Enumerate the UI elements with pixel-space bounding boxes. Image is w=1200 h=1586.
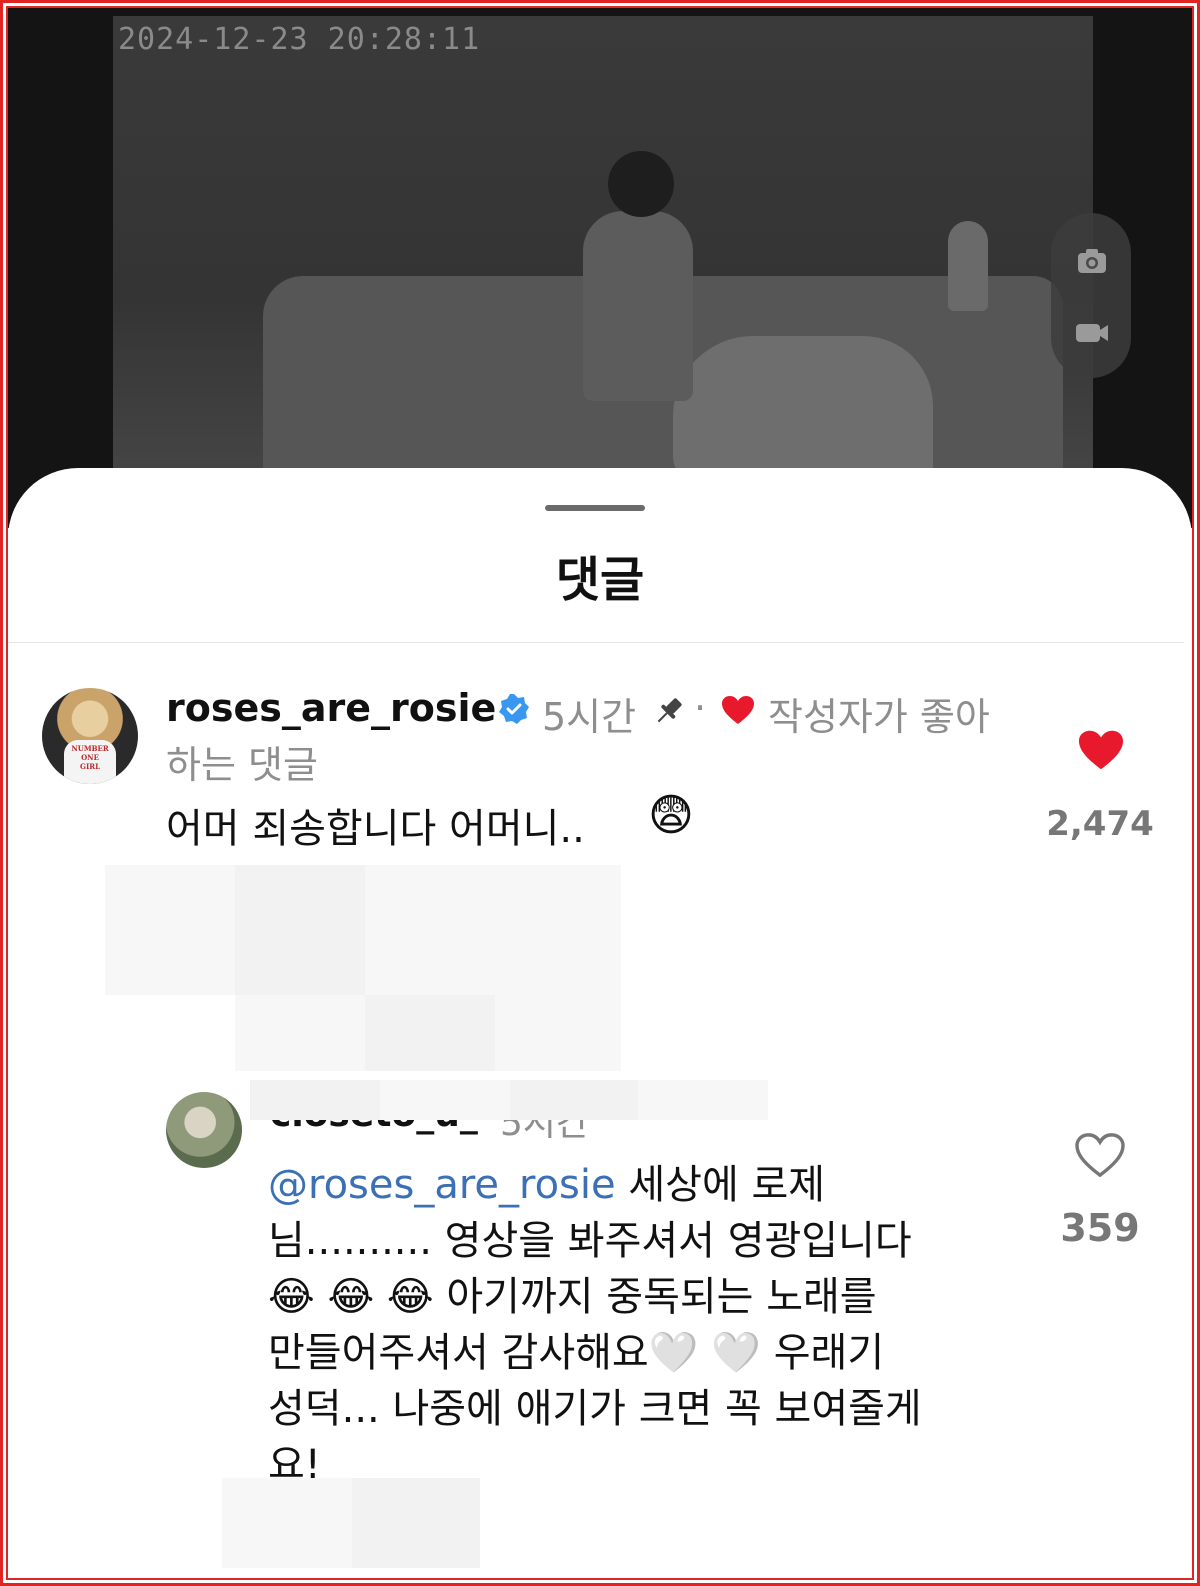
reply-text-line-1: @roses_are_rosie 세상에 로제 <box>268 1152 825 1210</box>
avatar[interactable] <box>166 1092 242 1168</box>
lamp-shape <box>948 221 988 311</box>
child-body-shape <box>583 211 693 401</box>
pixelated-region <box>235 995 365 1071</box>
liked-by-author-label: 작성자가 좋아 <box>768 695 990 739</box>
verified-badge-icon <box>498 693 530 729</box>
sheet-title: 댓글 <box>555 552 645 608</box>
pixelated-region <box>250 1080 380 1120</box>
reply-text-line-4: 만들어주셔서 감사해요🤍 🤍 우래기 <box>268 1330 885 1376</box>
comment-time: 5시간 <box>542 695 637 739</box>
pixelated-region <box>638 1080 768 1120</box>
pixelated-region <box>510 1080 638 1120</box>
video-player[interactable]: 2024-12-23 20:28:11 <box>8 8 1192 528</box>
camera-icon[interactable] <box>1075 244 1109 278</box>
pixelated-region <box>380 1080 510 1120</box>
baby-monitor-feed <box>113 16 1093 528</box>
pixelated-region <box>495 865 621 995</box>
tears-of-joy-emojis: 😂 😂 😂 <box>268 1274 434 1320</box>
reply-text-segment: 세상에 로제 <box>615 1162 826 1208</box>
pixelated-region <box>235 865 365 995</box>
mention-link[interactable]: @roses_are_rosie <box>268 1162 616 1208</box>
header-divider <box>8 642 1184 643</box>
avatar-shirt-print: NUMBER ONE GIRL <box>64 740 116 784</box>
pixelated-region <box>495 995 621 1071</box>
reply-text-line-3: 😂 😂 😂 아기까지 중독되는 노래를 <box>268 1264 877 1322</box>
video-record-icon[interactable] <box>1075 316 1109 350</box>
pin-icon <box>652 694 686 732</box>
child-head-shape <box>608 151 674 217</box>
pixelated-region <box>105 865 235 995</box>
reply-text-segment: 아기까지 중독되는 노래를 <box>433 1274 877 1320</box>
pixelated-region <box>222 1478 352 1568</box>
comment-username[interactable]: roses_are_rosie <box>166 686 496 730</box>
like-heart-filled-icon[interactable] <box>1076 728 1126 776</box>
like-count: 2,474 <box>1046 804 1154 844</box>
liked-by-author-label-cont: 하는 댓글 <box>166 743 318 787</box>
pixelated-region <box>352 1478 480 1568</box>
author-heart-icon <box>720 694 756 730</box>
sheet-drag-handle[interactable] <box>545 505 645 511</box>
pixelated-region <box>365 995 495 1071</box>
reply-text-line-2: 님.......... 영상을 봐주셔서 영광입니다 <box>268 1218 912 1264</box>
pixelated-region <box>365 865 495 995</box>
comment-text: 어머 죄송합니다 어머니.. <box>166 806 585 852</box>
meta-separator: · <box>694 686 707 730</box>
reply-text-line-5: 성덕... 나중에 애기가 크면 꼭 보여줄게 <box>268 1386 922 1432</box>
blanket-shape <box>673 336 933 486</box>
video-timestamp: 2024-12-23 20:28:11 <box>118 22 481 57</box>
fearful-face-emoji: 😨 <box>648 790 694 841</box>
reply-like-count: 359 <box>1060 1206 1140 1250</box>
avatar[interactable]: NUMBER ONE GIRL <box>42 688 138 784</box>
camera-controls <box>1051 213 1131 378</box>
like-heart-outline-icon[interactable] <box>1074 1132 1126 1182</box>
